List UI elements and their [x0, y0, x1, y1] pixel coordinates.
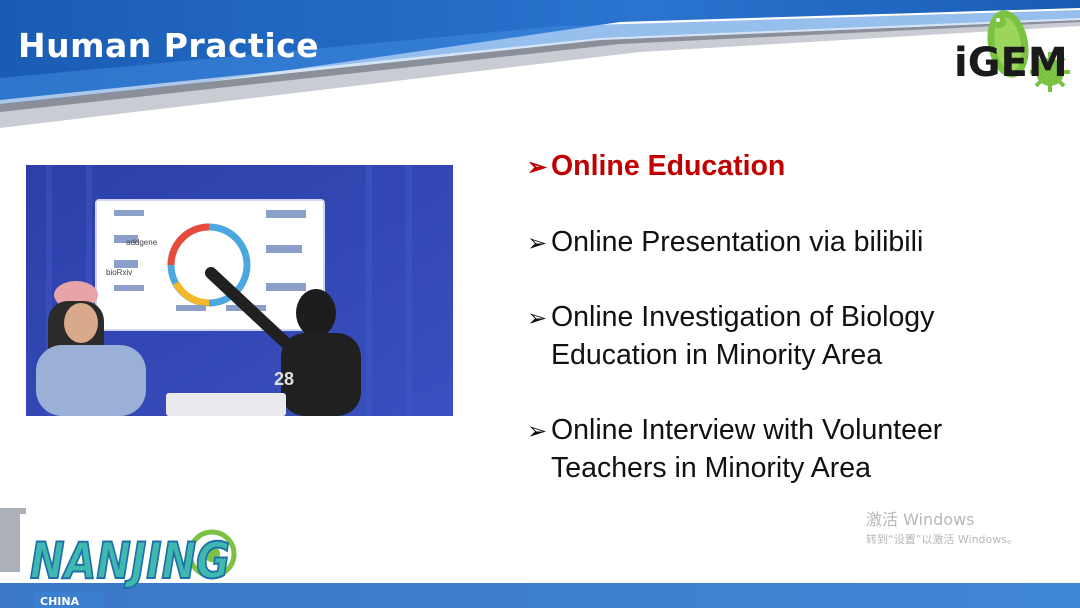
- header-band: Human Practice: [0, 0, 1080, 130]
- bullet-online-education: ➢ Online Education: [527, 147, 785, 187]
- bullet-text: Online Interview with Volunteer Teachers…: [551, 414, 943, 484]
- header-background: [0, 0, 1080, 128]
- bullet-text: Online Presentation via bilibili: [551, 226, 924, 258]
- bullet-online-interview: ➢ Online Interview with Volunteer Teache…: [527, 411, 942, 487]
- arrow-bullet-icon: ➢: [527, 305, 548, 332]
- watermark-subtitle: 转到“设置”以激活 Windows。: [866, 533, 1018, 546]
- igem-logo-text: iGEM: [954, 40, 1068, 86]
- nanjing-team-logo: NANJING CHINA: [0, 500, 250, 608]
- bullet-text: Online Education: [551, 150, 786, 182]
- svg-text:28: 28: [274, 369, 294, 389]
- arrow-bullet-icon: ➢: [527, 418, 548, 445]
- svg-text:addgene: addgene: [126, 238, 158, 247]
- arrow-bullet-icon: ➢: [527, 154, 548, 181]
- presentation-photo: addgene bioRxiv 28: [26, 165, 453, 416]
- svg-text:bioRxiv: bioRxiv: [106, 268, 132, 277]
- bullet-online-presentation: ➢ Online Presentation via bilibili: [527, 223, 923, 263]
- watermark-title: 激活 Windows: [866, 510, 975, 529]
- china-label: CHINA: [40, 595, 80, 608]
- nanjing-logo-text: NANJING: [30, 532, 230, 590]
- bullet-text: Online Investigation of Biology Educatio…: [551, 301, 935, 371]
- arrow-bullet-icon: ➢: [527, 230, 548, 257]
- bullet-online-investigation: ➢ Online Investigation of Biology Educat…: [527, 298, 934, 374]
- slide-title: Human Practice: [18, 26, 320, 65]
- igem-logo: iGEM: [950, 4, 1076, 96]
- windows-activation-watermark: 激活 Windows 转到“设置”以激活 Windows。: [866, 510, 1018, 548]
